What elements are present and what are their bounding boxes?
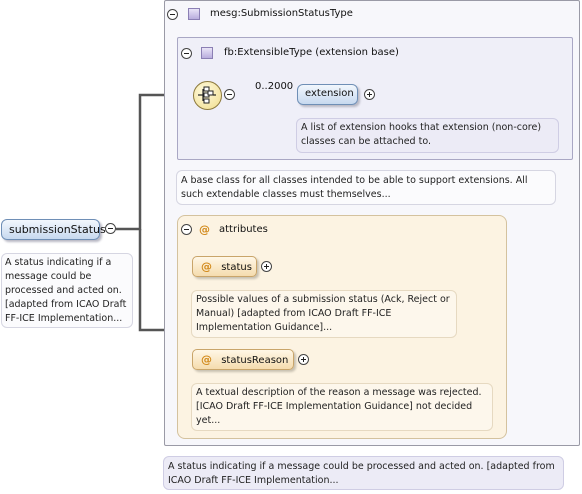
root-collapse-toggle[interactable] xyxy=(105,223,116,234)
extension-element-label: extension xyxy=(305,88,354,99)
attribute-status-expand-toggle[interactable] xyxy=(261,261,272,272)
attribute-status[interactable]: @ status xyxy=(192,256,257,277)
root-element-documentation: A status indicating if a message could b… xyxy=(1,253,133,328)
base-type-icon xyxy=(201,47,213,59)
extension-element[interactable]: extension xyxy=(297,84,358,105)
attribute-status-reason-label: statusReason xyxy=(221,355,289,366)
complex-type-icon xyxy=(188,8,200,20)
attributes-at-icon: @ xyxy=(199,223,210,236)
attribute-at-icon: @ xyxy=(201,353,212,366)
complex-type-name: mesg:SubmissionStatusType xyxy=(210,8,353,19)
attribute-status-documentation: Possible values of a submission status (… xyxy=(191,290,457,338)
extension-expand-toggle[interactable] xyxy=(364,89,375,100)
extension-documentation: A list of extension hooks that extension… xyxy=(296,118,559,153)
base-type-name: fb:ExtensibleType (extension base) xyxy=(224,47,399,58)
base-type-collapse-toggle[interactable] xyxy=(181,48,192,59)
sequence-collapse-toggle[interactable] xyxy=(224,89,235,100)
attributes-collapse-toggle[interactable] xyxy=(181,224,192,235)
complex-type-collapse-toggle[interactable] xyxy=(167,9,178,20)
root-element-label: submissionStatus xyxy=(9,223,106,236)
sequence-glyph xyxy=(198,86,216,104)
attributes-title: attributes xyxy=(219,224,268,235)
attribute-status-reason[interactable]: @ statusReason xyxy=(192,349,294,370)
attribute-at-icon: @ xyxy=(201,260,212,273)
complex-type-bottom-documentation: A status indicating if a message could b… xyxy=(163,456,564,490)
complex-type-documentation: A base class for all classes intended to… xyxy=(176,170,556,205)
attribute-status-reason-expand-toggle[interactable] xyxy=(298,354,309,365)
attribute-status-label: status xyxy=(221,262,252,273)
extension-cardinality: 0..2000 xyxy=(255,81,294,92)
sequence-icon[interactable] xyxy=(193,81,222,110)
attribute-status-reason-documentation: A textual description of the reason a me… xyxy=(191,383,493,431)
root-element-submission-status[interactable]: submissionStatus xyxy=(1,219,106,240)
